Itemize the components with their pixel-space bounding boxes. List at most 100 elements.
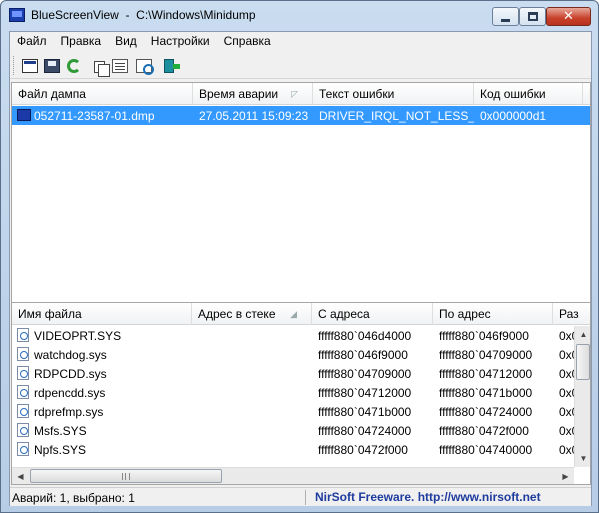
module-size: 0x0( bbox=[559, 405, 575, 419]
minimize-button[interactable] bbox=[492, 7, 519, 26]
driver-row[interactable]: VIDEOPRT.SYS fffff880`046d4000 fffff880`… bbox=[12, 326, 590, 345]
dump-row[interactable]: 052711-23587-01.dmp 27.05.2011 15:09:23 … bbox=[12, 106, 590, 125]
exit-icon bbox=[164, 59, 180, 73]
maximize-icon bbox=[527, 12, 538, 21]
module-size: 0x0( bbox=[559, 443, 575, 457]
menu-file[interactable]: Файл bbox=[10, 32, 54, 52]
to-address: fffff880`04740000 bbox=[439, 443, 533, 457]
error-code: 0x000000d1 bbox=[480, 109, 547, 123]
html-report-button[interactable] bbox=[19, 56, 41, 76]
sort-desc-icon: ◸ bbox=[291, 89, 298, 99]
toolbar bbox=[10, 53, 591, 79]
driver-list-hscrollbar[interactable]: ◀ ▶ bbox=[12, 467, 574, 484]
app-window: BlueScreenView - C:\Windows\Minidump ✕ Ф… bbox=[0, 0, 599, 513]
exit-button[interactable] bbox=[155, 56, 180, 76]
col-crash-time-label: Время аварии bbox=[199, 87, 279, 101]
module-size: 0x0( bbox=[559, 329, 575, 343]
driver-row[interactable]: rdprefmp.sys fffff880`0471b000 fffff880`… bbox=[12, 402, 590, 421]
col-stack-address[interactable]: Адрес в стеке ◢ bbox=[192, 303, 312, 325]
to-address: fffff880`0471b000 bbox=[439, 386, 533, 400]
crash-time: 27.05.2011 15:09:23 bbox=[199, 109, 309, 123]
col-to-address[interactable]: По адрес bbox=[433, 303, 553, 325]
menu-edit[interactable]: Правка bbox=[54, 32, 109, 52]
col-from-address[interactable]: С адреса bbox=[312, 303, 433, 325]
scroll-up-icon[interactable]: ▲ bbox=[575, 326, 590, 343]
col-file-name[interactable]: Имя файла bbox=[12, 303, 192, 325]
error-text: DRIVER_IRQL_NOT_LESS_O... bbox=[319, 109, 474, 123]
dump-list[interactable]: Файл дампа Время аварии ◸ Текст ошибки Ко… bbox=[11, 82, 591, 327]
menu-settings[interactable]: Настройки bbox=[144, 32, 217, 52]
col-param[interactable]: П bbox=[583, 83, 590, 105]
copy-icon bbox=[93, 61, 110, 77]
toolbar-grip[interactable] bbox=[13, 56, 16, 75]
nirsoft-link[interactable]: NirSoft Freeware. http://www.nirsoft.net bbox=[315, 490, 541, 504]
module-size: 0x0( bbox=[559, 367, 575, 381]
driver-name: Msfs.SYS bbox=[34, 424, 87, 438]
scroll-down-icon[interactable]: ▼ bbox=[575, 450, 590, 467]
bluescreen-app-icon bbox=[9, 8, 25, 22]
window-title: BlueScreenView - C:\Windows\Minidump bbox=[31, 8, 256, 22]
module-size: 0x0( bbox=[559, 424, 575, 438]
driver-name: watchdog.sys bbox=[34, 348, 107, 362]
from-address: fffff880`046f9000 bbox=[318, 348, 408, 362]
driver-list[interactable]: Имя файла Адрес в стеке ◢ С адреса По адр… bbox=[11, 302, 591, 485]
driver-name: Npfs.SYS bbox=[34, 443, 87, 457]
dump-list-header: Файл дампа Время аварии ◸ Текст ошибки Ко… bbox=[12, 83, 590, 105]
close-icon: ✕ bbox=[563, 9, 574, 24]
find-icon bbox=[136, 59, 154, 75]
save-button[interactable] bbox=[41, 56, 63, 76]
col-error-code[interactable]: Код ошибки bbox=[474, 83, 583, 105]
driver-row[interactable]: RDPCDD.sys fffff880`04709000 fffff880`04… bbox=[12, 364, 590, 383]
sort-asc-icon: ◢ bbox=[290, 309, 297, 319]
col-crash-time[interactable]: Время аварии ◸ bbox=[193, 83, 313, 105]
scroll-thumb[interactable] bbox=[576, 344, 590, 380]
driver-name: RDPCDD.sys bbox=[34, 367, 107, 381]
minimize-icon bbox=[501, 18, 510, 22]
refresh-icon bbox=[67, 59, 81, 73]
from-address: fffff880`046d4000 bbox=[318, 329, 412, 343]
col-size[interactable]: Раз bbox=[553, 303, 590, 325]
col-dump-file[interactable]: Файл дампа bbox=[12, 83, 193, 105]
status-crash-count: Аварий: 1, выбрано: 1 bbox=[12, 491, 135, 505]
driver-name: rdpencdd.sys bbox=[34, 386, 106, 400]
module-size: 0x0( bbox=[559, 348, 575, 362]
from-address: fffff880`0471b000 bbox=[318, 405, 412, 419]
menu-help[interactable]: Справка bbox=[217, 32, 278, 52]
from-address: fffff880`04724000 bbox=[318, 424, 412, 438]
save-icon bbox=[44, 59, 60, 73]
properties-button[interactable] bbox=[109, 56, 131, 76]
col-error-text[interactable]: Текст ошибки bbox=[313, 83, 474, 105]
grip-icon bbox=[122, 473, 130, 480]
menu-view[interactable]: Вид bbox=[108, 32, 144, 52]
find-button[interactable] bbox=[133, 56, 155, 76]
driver-list-vscrollbar[interactable]: ▲ ▼ bbox=[574, 326, 590, 467]
to-address: fffff880`04712000 bbox=[439, 367, 533, 381]
to-address: fffff880`04709000 bbox=[439, 348, 533, 362]
driver-row[interactable]: watchdog.sys fffff880`046f9000 fffff880`… bbox=[12, 345, 590, 364]
from-address: fffff880`04712000 bbox=[318, 386, 412, 400]
properties-icon bbox=[112, 59, 128, 73]
dump-file-name: 052711-23587-01.dmp bbox=[34, 109, 155, 123]
title-bar[interactable]: BlueScreenView - C:\Windows\Minidump ✕ bbox=[1, 1, 598, 31]
html-report-icon bbox=[22, 59, 38, 73]
menu-bar: Файл Правка Вид Настройки Справка bbox=[10, 32, 591, 52]
from-address: fffff880`0472f000 bbox=[318, 443, 408, 457]
status-divider bbox=[305, 490, 306, 505]
driver-row[interactable]: Msfs.SYS fffff880`04724000 fffff880`0472… bbox=[12, 421, 590, 440]
driver-row[interactable]: rdpencdd.sys fffff880`04712000 fffff880`… bbox=[12, 383, 590, 402]
driver-row[interactable]: Npfs.SYS fffff880`0472f000 fffff880`0474… bbox=[12, 440, 590, 459]
to-address: fffff880`046f9000 bbox=[439, 329, 529, 343]
to-address: fffff880`0472f000 bbox=[439, 424, 529, 438]
module-size: 0x0( bbox=[559, 386, 575, 400]
from-address: fffff880`04709000 bbox=[318, 367, 412, 381]
scroll-left-icon[interactable]: ◀ bbox=[12, 468, 29, 484]
copy-button[interactable] bbox=[87, 56, 110, 77]
maximize-button[interactable] bbox=[519, 7, 546, 26]
refresh-button[interactable] bbox=[63, 56, 85, 76]
scroll-right-icon[interactable]: ▶ bbox=[557, 468, 574, 484]
status-bar: Аварий: 1, выбрано: 1 NirSoft Freeware. … bbox=[10, 487, 591, 506]
driver-list-header: Имя файла Адрес в стеке ◢ С адреса По адр… bbox=[12, 303, 590, 325]
close-button[interactable]: ✕ bbox=[546, 7, 591, 26]
driver-name: rdprefmp.sys bbox=[34, 405, 104, 419]
scroll-thumb[interactable] bbox=[30, 469, 222, 483]
